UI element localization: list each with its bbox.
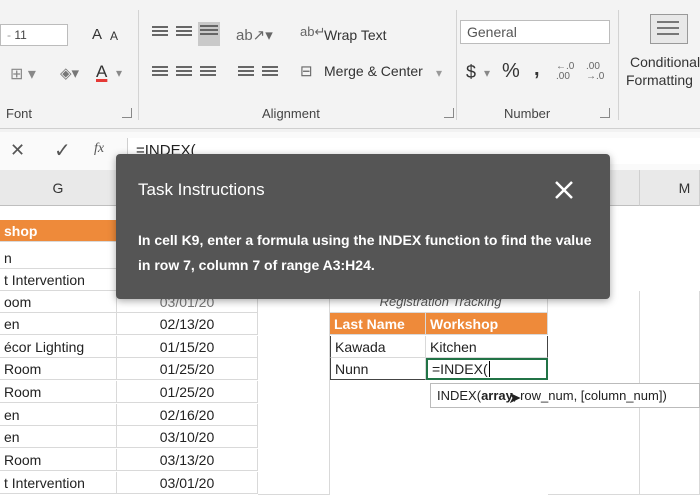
align-center-icon[interactable] [176, 64, 192, 78]
header-last-name[interactable]: Last Name [330, 313, 426, 335]
merge-chevron-down-icon[interactable]: ▾ [436, 66, 442, 80]
date-cell[interactable]: 01/25/20 [117, 381, 258, 403]
cell[interactable]: en [0, 404, 117, 426]
cell[interactable]: shop [0, 220, 117, 242]
tooltip-rest: , row_num, [column_num]) [512, 388, 667, 403]
cancel-icon[interactable]: ✕ [10, 140, 25, 161]
empty-cells[interactable] [258, 291, 330, 495]
cell[interactable]: n [0, 247, 117, 269]
conditional-formatting-icon[interactable] [650, 14, 688, 44]
font-color-button[interactable]: A [96, 62, 107, 82]
cell[interactable]: t Intervention [0, 472, 117, 494]
group-label-number: Number [504, 106, 551, 121]
active-cell-text: =INDEX( [432, 361, 488, 377]
merge-icon: ⊟ [300, 63, 313, 80]
font-size-dropdown[interactable]: - 11 [0, 24, 68, 46]
date-cell[interactable]: 03/10/20 [117, 426, 258, 448]
insert-function-button[interactable]: fx [94, 141, 104, 157]
enter-icon[interactable]: ✓ [54, 138, 71, 163]
separator [456, 10, 457, 120]
wrap-text-button[interactable]: Wrap Text [324, 27, 387, 43]
cell[interactable]: oom [0, 291, 117, 313]
date-cell[interactable]: 03/13/20 [117, 449, 258, 471]
active-cell-k9[interactable]: =INDEX( [426, 358, 548, 380]
last-name-cell[interactable]: Nunn [330, 358, 426, 380]
number-format-value: General [467, 24, 517, 40]
cell[interactable]: Room [0, 449, 117, 471]
align-right-icon[interactable] [200, 64, 216, 78]
align-left-icon[interactable] [152, 64, 168, 78]
alignment-dialog-launcher-icon[interactable] [444, 108, 454, 118]
fill-color-icon[interactable]: ◈▾ [60, 64, 79, 82]
date-cell[interactable]: 01/15/20 [117, 336, 258, 358]
date-cell[interactable]: 03/01/20 [117, 472, 258, 494]
header-workshop[interactable]: Workshop [426, 313, 548, 335]
dialog-instructions: In cell K9, enter a formula using the IN… [138, 232, 592, 273]
separator [138, 10, 139, 120]
font-size-value: 11 [14, 28, 27, 42]
cell[interactable]: Room [0, 358, 117, 380]
currency-button[interactable]: $ [466, 62, 476, 83]
column-header-g[interactable]: G [0, 170, 117, 206]
wrap-text-icon: ab↵ [300, 24, 326, 39]
align-top-icon[interactable] [152, 24, 168, 38]
cell[interactable]: en [0, 313, 117, 335]
task-instructions-dialog: Task Instructions In cell K9, enter a fo… [116, 154, 610, 299]
number-dialog-launcher-icon[interactable] [600, 108, 610, 118]
percent-button[interactable]: % [502, 60, 520, 83]
last-name-cell[interactable]: Kawada [330, 336, 426, 358]
orientation-icon[interactable]: ab↗▾ [236, 26, 273, 44]
date-cell[interactable]: 01/25/20 [117, 358, 258, 380]
merge-center-button[interactable]: Merge & Center [324, 63, 423, 79]
cell[interactable]: en [0, 426, 117, 448]
borders-icon[interactable]: ⊞ ▾ [10, 64, 36, 84]
ribbon: - 11 A A ⊞ ▾ ◈▾ A ▾ Font ab↗▾ ab↵ Wrap T… [0, 0, 700, 129]
align-bottom-icon[interactable] [198, 22, 220, 46]
separator [618, 10, 619, 120]
align-middle-icon[interactable] [176, 24, 192, 38]
conditional-formatting-label-1[interactable]: Conditional [630, 54, 700, 70]
cell[interactable]: écor Lighting [0, 336, 117, 358]
close-icon[interactable] [552, 178, 576, 202]
chevron-down-icon[interactable]: ▾ [116, 66, 122, 80]
grow-font-button[interactable]: A [92, 26, 102, 43]
dialog-title: Task Instructions [138, 180, 265, 199]
group-label-font: Font [6, 106, 33, 121]
workshop-cell[interactable]: Kitchen [426, 336, 548, 358]
date-cell[interactable]: 02/13/20 [117, 313, 258, 335]
decrease-decimal-button[interactable]: .00 →.0 [586, 62, 614, 82]
cell[interactable]: t Intervention [0, 269, 117, 291]
date-cell[interactable]: 02/16/20 [117, 404, 258, 426]
function-tooltip[interactable]: INDEX(array, row_num, [column_num]) [430, 383, 700, 408]
comma-button[interactable]: , [534, 58, 540, 81]
conditional-formatting-label-2[interactable]: Formatting [626, 72, 693, 88]
number-format-dropdown[interactable]: General [460, 20, 610, 44]
cell[interactable]: Room [0, 381, 117, 403]
currency-chevron-down-icon[interactable]: ▾ [484, 66, 490, 80]
increase-indent-icon[interactable] [262, 64, 278, 78]
tooltip-function: INDEX( [437, 388, 482, 403]
mouse-cursor-icon: ➤ [508, 390, 522, 407]
group-label-alignment: Alignment [262, 106, 320, 121]
font-dialog-launcher-icon[interactable] [122, 108, 132, 118]
increase-decimal-button[interactable]: ←.0 .00 [556, 62, 584, 82]
shrink-font-button[interactable]: A [110, 29, 118, 43]
column-header-m[interactable]: M [640, 170, 700, 206]
decrease-indent-icon[interactable] [238, 64, 254, 78]
